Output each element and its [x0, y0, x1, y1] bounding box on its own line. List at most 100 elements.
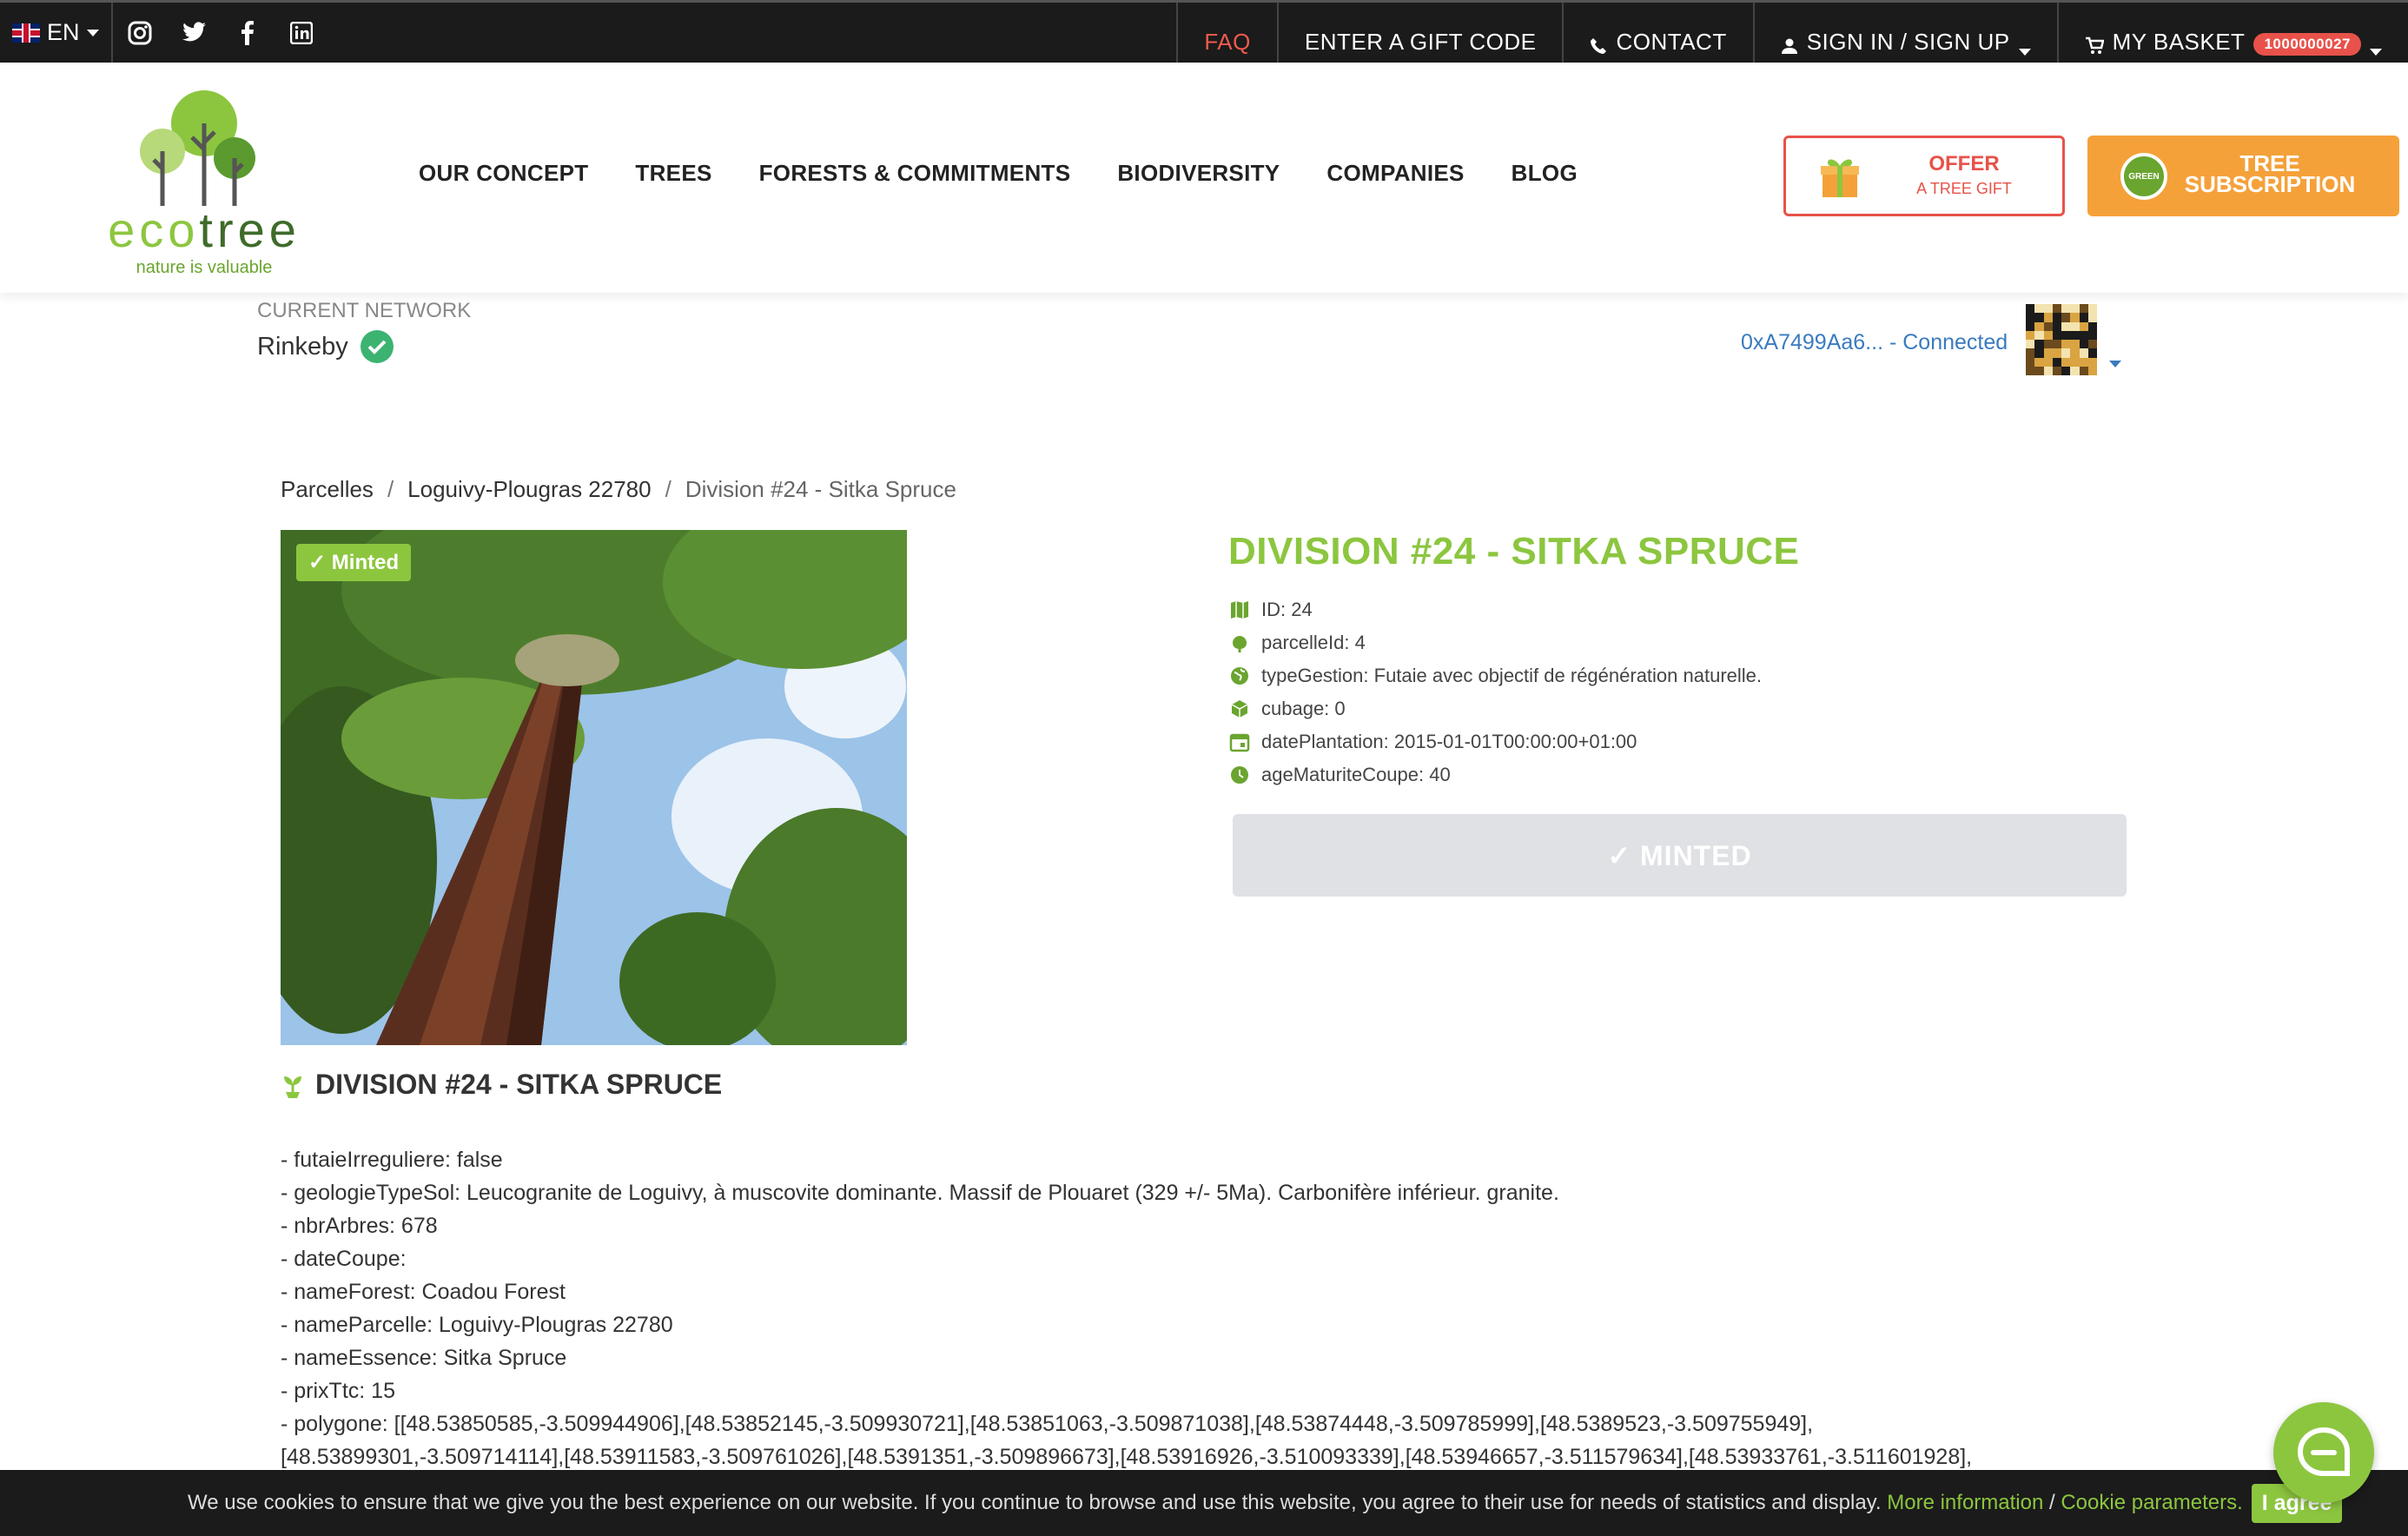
- breadcrumb-parcelles[interactable]: Parcelles: [281, 476, 374, 503]
- avatar-cell: [2043, 348, 2053, 358]
- avatar-cell: [2043, 304, 2053, 314]
- cookie-params-link[interactable]: Cookie parameters.: [2061, 1491, 2242, 1515]
- basket-link[interactable]: MY BASKET 1000000027: [2056, 3, 2408, 63]
- chat-button[interactable]: [2273, 1402, 2374, 1503]
- green-badge-icon: GREEN: [2120, 153, 2167, 200]
- contact-link[interactable]: CONTACT: [1562, 3, 1752, 63]
- product-description: - futaieIrreguliere: false - geologieTyp…: [281, 1143, 2070, 1473]
- avatar-cell: [2026, 304, 2035, 314]
- avatar-cell: [2087, 304, 2097, 314]
- offer-sublabel: A TREE GIFT: [1916, 180, 2012, 197]
- main-header: ecotree nature is valuable OUR CONCEPT T…: [0, 63, 2408, 293]
- avatar-cell: [2079, 321, 2088, 331]
- offer-label: OFFER: [1928, 152, 2000, 175]
- prop-age-maturite: ageMaturiteCoupe: 40: [1228, 758, 1762, 791]
- sign-in-label: SIGN IN / SIGN UP: [1806, 29, 2010, 55]
- desc-line: - geologieTypeSol: Leucogranite de Logui…: [281, 1181, 1559, 1205]
- chevron-down-icon[interactable]: [2109, 361, 2121, 367]
- spruce-image: [281, 530, 907, 1045]
- avatar-cell: [2079, 366, 2088, 375]
- wallet-status[interactable]: 0xA7499Aa6... - Connected: [1741, 330, 2008, 355]
- product-properties: ID: 24 parcelleId: 4 typeGestion: Futaie…: [1228, 593, 1762, 791]
- nav-our-concept[interactable]: OUR CONCEPT: [419, 160, 588, 187]
- tree-subscription-button[interactable]: GREEN TREE SUBSCRIPTION: [2087, 136, 2399, 216]
- avatar-cell: [2061, 304, 2071, 314]
- avatar-cell: [2052, 340, 2061, 349]
- avatar-cell: [2087, 340, 2097, 349]
- wallet-avatar[interactable]: [2026, 304, 2097, 375]
- avatar-cell: [2026, 348, 2035, 358]
- avatar-cell: [2061, 357, 2071, 367]
- breadcrumb-parcelle[interactable]: Loguivy-Plougras 22780: [407, 476, 651, 503]
- twitter-icon[interactable]: [167, 3, 221, 63]
- desc-line: - nbrArbres: 678: [281, 1214, 438, 1238]
- map-icon: [1228, 599, 1251, 621]
- gift-code-link[interactable]: ENTER A GIFT CODE: [1276, 3, 1563, 63]
- nav-trees[interactable]: TREES: [635, 160, 711, 187]
- avatar-cell: [2052, 304, 2061, 314]
- avatar-cell: [2061, 340, 2071, 349]
- desc-line: - nameParcelle: Loguivy-Plougras 22780: [281, 1313, 673, 1337]
- minted-button[interactable]: ✓ MINTED: [1233, 814, 2127, 897]
- linkedin-icon[interactable]: [275, 3, 328, 63]
- avatar-cell: [2061, 321, 2071, 331]
- nav-companies[interactable]: COMPANIES: [1326, 160, 1464, 187]
- avatar-cell: [2034, 330, 2044, 340]
- avatar-cell: [2026, 340, 2035, 349]
- offer-gift-button[interactable]: OFFER A TREE GIFT: [1783, 136, 2065, 216]
- breadcrumb-current: Division #24 - Sitka Spruce: [685, 476, 956, 502]
- avatar-cell: [2087, 348, 2097, 358]
- prop-type-gestion: typeGestion: Futaie avec objectif de rég…: [1228, 659, 1762, 692]
- avatar-cell: [2070, 304, 2080, 314]
- contact-label: CONTACT: [1616, 29, 1727, 55]
- gift-icon: [1821, 159, 1859, 197]
- avatar-cell: [2034, 321, 2044, 331]
- avatar-cell: [2052, 348, 2061, 358]
- avatar-cell: [2043, 366, 2053, 375]
- avatar-cell: [2034, 366, 2044, 375]
- cookie-text: We use cookies to ensure that we give yo…: [188, 1491, 1882, 1514]
- prop-id: ID: 24: [1228, 593, 1762, 626]
- avatar-cell: [2026, 357, 2035, 367]
- nav-forests-commitments[interactable]: FORESTS & COMMITMENTS: [759, 160, 1071, 187]
- avatar-cell: [2079, 330, 2088, 340]
- avatar-cell: [2079, 304, 2088, 314]
- faq-link[interactable]: FAQ: [1176, 3, 1277, 63]
- avatar-cell: [2087, 366, 2097, 375]
- avatar-cell: [2070, 340, 2080, 349]
- main-nav: OUR CONCEPT TREES FORESTS & COMMITMENTS …: [419, 160, 1578, 187]
- avatar-cell: [2087, 321, 2097, 331]
- desc-line: - polygone: [[48.53850585,-3.509944906],…: [281, 1412, 1814, 1436]
- avatar-cell: [2034, 357, 2044, 367]
- avatar-cell: [2070, 366, 2080, 375]
- product-subtitle: DIVISION #24 - SITKA SPRUCE: [281, 1069, 722, 1101]
- avatar-cell: [2070, 321, 2080, 331]
- avatar-cell: [2034, 348, 2044, 358]
- avatar-cell: [2052, 366, 2061, 375]
- desc-line: - prixTtc: 15: [281, 1379, 395, 1403]
- desc-line: - futaieIrreguliere: false: [281, 1148, 503, 1172]
- prop-parcelle-id: parcelleId: 4: [1228, 626, 1762, 659]
- prop-cubage: cubage: 0: [1228, 692, 1762, 725]
- avatar-cell: [2087, 313, 2097, 322]
- plant-icon: [284, 1076, 301, 1098]
- avatar-cell: [2043, 357, 2053, 367]
- nav-blog[interactable]: BLOG: [1512, 160, 1578, 187]
- instagram-icon[interactable]: [113, 3, 167, 63]
- leaf-icon: [1228, 632, 1251, 654]
- avatar-cell: [2026, 330, 2035, 340]
- language-selector[interactable]: EN: [0, 3, 113, 63]
- minted-badge: ✓ Minted: [296, 544, 412, 581]
- desc-line: [48.53899301,-3.509714114],[48.53911583,…: [281, 1445, 1973, 1469]
- desc-line: - dateCoupe:: [281, 1247, 407, 1271]
- avatar-cell: [2070, 348, 2080, 358]
- chevron-down-icon: [2018, 49, 2031, 56]
- globe-icon: [1228, 665, 1251, 687]
- desc-line: - nameEssence: Sitka Spruce: [281, 1346, 567, 1370]
- sign-in-link[interactable]: SIGN IN / SIGN UP: [1752, 3, 2057, 63]
- chat-icon: [2297, 1427, 2350, 1476]
- ecotree-logo[interactable]: ecotree nature is valuable: [91, 89, 317, 277]
- nav-biodiversity[interactable]: BIODIVERSITY: [1117, 160, 1280, 187]
- facebook-icon[interactable]: [221, 3, 275, 63]
- cookie-more-info-link[interactable]: More information: [1887, 1491, 2043, 1515]
